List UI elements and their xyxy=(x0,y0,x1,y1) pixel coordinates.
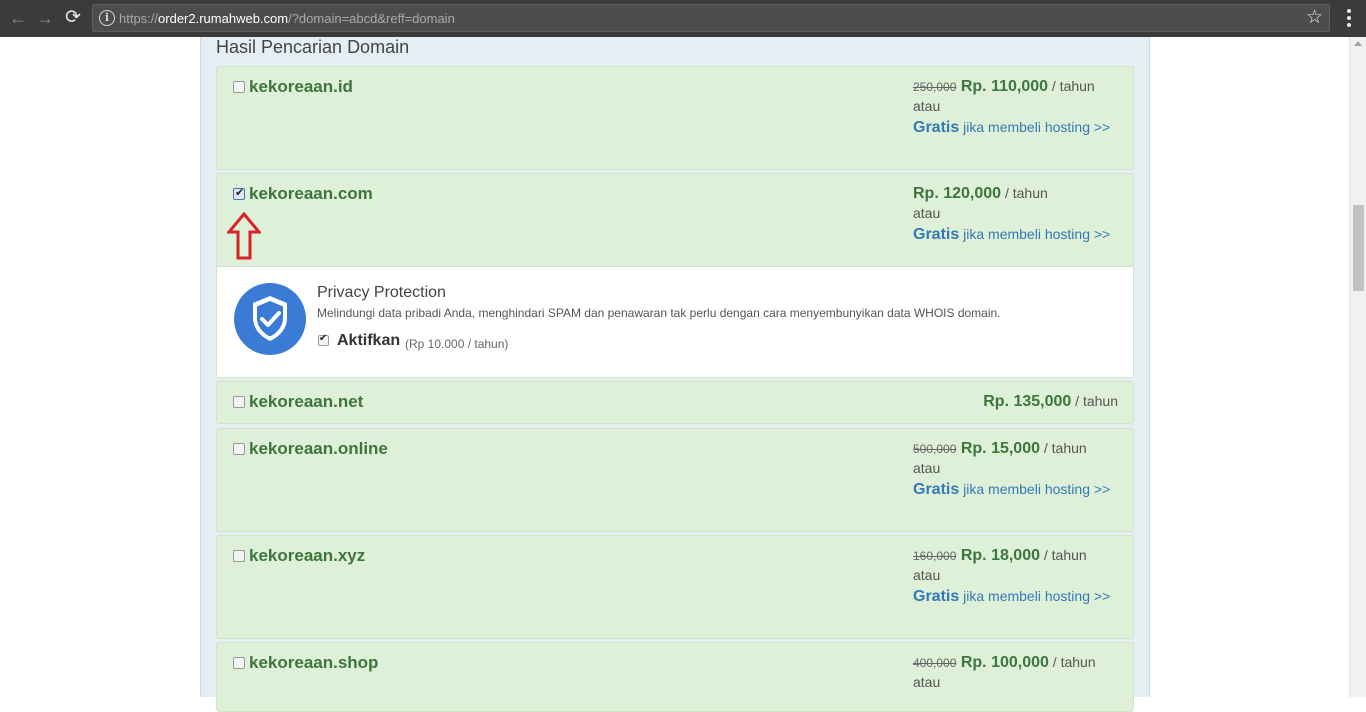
gratis-link[interactable]: Gratis jika membeli hosting >> xyxy=(913,116,1123,139)
price-box: 250,000 Rp. 110,000 / tahun atau Gratis … xyxy=(913,78,1123,139)
arrow-right-icon[interactable]: → xyxy=(35,8,55,28)
old-price: 250,000 xyxy=(913,80,957,94)
panel-title: Hasil Pencarian Domain xyxy=(216,37,410,57)
privacy-description: Melindungi data pribadi Anda, menghindar… xyxy=(317,306,1001,320)
address-bar[interactable]: i https://order2.rumahweb.com/?domain=ab… xyxy=(92,4,1330,32)
privacy-enable-label[interactable]: Aktifkan xyxy=(337,332,400,350)
price: Rp. 100,000 xyxy=(960,654,1049,671)
domain-checkbox[interactable] xyxy=(233,657,245,669)
domain-name: kekoreaan.id xyxy=(249,77,353,96)
page-content: Hasil Pencarian Domain kekoreaan.id 250,… xyxy=(0,37,1349,712)
domain-name: kekoreaan.com xyxy=(249,184,373,203)
star-icon[interactable]: ☆ xyxy=(1306,7,1323,29)
shield-check-icon xyxy=(234,283,306,355)
privacy-enable-price: (Rp 10.000 / tahun) xyxy=(405,337,509,351)
reload-icon[interactable]: ⟳ xyxy=(63,8,83,28)
domain-checkbox[interactable] xyxy=(233,550,245,562)
gratis-link[interactable]: Gratis jika membeli hosting >> xyxy=(913,478,1123,501)
price-box: Rp. 135,000 / tahun xyxy=(983,393,1118,410)
domain-checkbox[interactable] xyxy=(233,443,245,455)
privacy-title: Privacy Protection xyxy=(317,284,446,301)
price-box: 500,000 Rp. 15,000 / tahun atau Gratis j… xyxy=(913,440,1123,501)
domain-name: kekoreaan.shop xyxy=(249,653,379,672)
price: Rp. 120,000 xyxy=(913,185,1002,202)
price-box: Rp. 120,000 / tahun atau Gratis jika mem… xyxy=(913,185,1123,246)
domain-row: kekoreaan.net Rp. 135,000 / tahun xyxy=(216,381,1134,424)
domain-row: kekoreaan.online 500,000 Rp. 15,000 / ta… xyxy=(216,428,1134,532)
price-box: 160,000 Rp. 18,000 / tahun atau Gratis j… xyxy=(913,547,1123,608)
old-price: 160,000 xyxy=(913,549,957,563)
domain-row-selected: kekoreaan.com Rp. 120,000 / tahun atau G… xyxy=(216,173,1134,378)
search-results-panel: Hasil Pencarian Domain kekoreaan.id 250,… xyxy=(200,37,1150,712)
menu-icon[interactable] xyxy=(1347,9,1351,27)
domain-row: kekoreaan.xyz 160,000 Rp. 18,000 / tahun… xyxy=(216,535,1134,639)
price-box: 400,000 Rp. 100,000 / tahun atau xyxy=(913,654,1096,690)
price: Rp. 135,000 xyxy=(983,393,1072,410)
domain-name: kekoreaan.net xyxy=(249,392,364,411)
domain-name: kekoreaan.online xyxy=(249,439,388,458)
domain-checkbox[interactable] xyxy=(233,396,245,408)
domain-checkbox[interactable] xyxy=(233,186,245,200)
domain-row: kekoreaan.id 250,000 Rp. 110,000 / tahun… xyxy=(216,66,1134,170)
old-price: 400,000 xyxy=(913,656,957,670)
page-scrollbar[interactable] xyxy=(1349,37,1366,697)
domain-row: kekoreaan.shop 400,000 Rp. 100,000 / tah… xyxy=(216,642,1134,712)
price: Rp. 18,000 xyxy=(960,547,1040,564)
privacy-enable-checkbox[interactable] xyxy=(318,333,329,346)
gratis-link[interactable]: Gratis jika membeli hosting >> xyxy=(913,585,1123,608)
scroll-up-icon[interactable] xyxy=(1354,41,1362,46)
info-icon[interactable]: i xyxy=(99,10,115,26)
gratis-link[interactable]: Gratis jika membeli hosting >> xyxy=(913,223,1123,246)
domain-checkbox[interactable] xyxy=(233,81,245,93)
old-price: 500,000 xyxy=(913,442,957,456)
domain-name: kekoreaan.xyz xyxy=(249,546,366,565)
privacy-protection-box: Privacy Protection Melindungi data priba… xyxy=(217,266,1133,377)
url-text[interactable]: https://order2.rumahweb.com/?domain=abcd… xyxy=(119,11,455,26)
arrow-left-icon[interactable]: ← xyxy=(8,8,28,28)
price: Rp. 110,000 xyxy=(960,78,1049,95)
browser-toolbar: ← → ⟳ i https://order2.rumahweb.com/?dom… xyxy=(0,0,1366,37)
scroll-thumb[interactable] xyxy=(1353,205,1364,291)
arrow-up-annotation-icon xyxy=(227,212,261,260)
price: Rp. 15,000 xyxy=(960,440,1040,457)
